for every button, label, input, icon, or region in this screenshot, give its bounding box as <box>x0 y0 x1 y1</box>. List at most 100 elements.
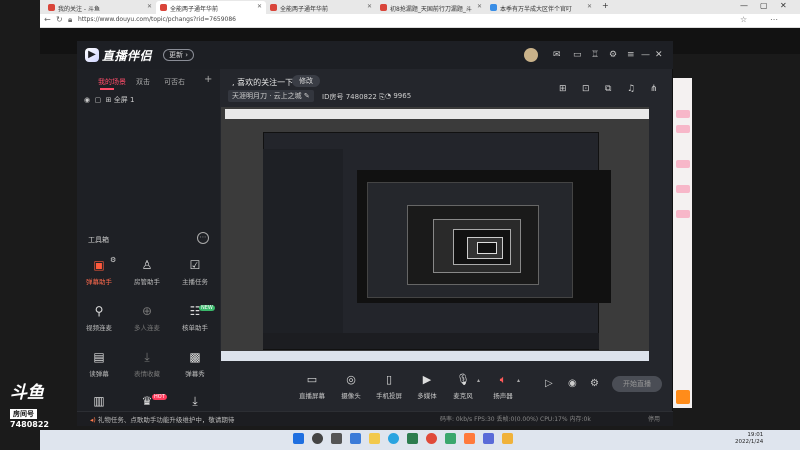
tool-extra[interactable]: ⤓ <box>173 394 217 408</box>
tool-room-admin[interactable]: ♙ 房管助手 <box>125 258 169 286</box>
widgets-icon[interactable] <box>350 433 361 444</box>
settings-icon[interactable]: ⚙ <box>609 50 617 60</box>
mic-dropdown-icon[interactable]: ▴ <box>477 377 480 384</box>
app-icon[interactable] <box>445 433 456 444</box>
clock-time: 19:01 <box>747 432 764 438</box>
minimize-icon[interactable]: — <box>641 50 650 60</box>
tool-streamer-task[interactable]: ☑ 主播任务 <box>173 258 217 286</box>
pause-button[interactable]: 停用 <box>648 414 660 423</box>
avatar[interactable] <box>524 48 538 62</box>
tool-label: 读弹幕 <box>89 370 109 378</box>
person-icon: ♙ <box>141 258 153 272</box>
control-label: 扬声器 <box>493 392 513 400</box>
monitor-icon[interactable]: ▭ <box>573 50 582 60</box>
lock-icon[interactable]: ⊡ <box>582 84 590 94</box>
browser-tab[interactable]: 本季有万半成大区伴个官叮 ✕ <box>486 1 596 14</box>
bell-icon[interactable]: ♫ <box>627 84 635 94</box>
douyu-app-icon[interactable] <box>502 433 513 444</box>
logo-text: 直播伴侣 <box>102 48 153 63</box>
version-button[interactable]: 更新 › <box>163 49 195 61</box>
taskview-icon[interactable] <box>331 433 342 444</box>
close-icon[interactable]: ✕ <box>147 3 152 10</box>
refresh-icon[interactable]: ↻ <box>56 15 63 24</box>
tab-my-scenes[interactable]: 我的场景 <box>98 77 126 87</box>
close-icon[interactable]: ✕ <box>587 3 592 10</box>
tab-double[interactable]: 双击 <box>136 77 150 87</box>
close-icon[interactable]: ✕ <box>655 50 663 60</box>
settings-icon[interactable]: ⚙ <box>108 256 118 264</box>
back-icon[interactable]: ← <box>44 15 51 24</box>
menu-icon[interactable]: ⋯ <box>770 15 778 24</box>
media-icon: ▶ <box>422 373 432 386</box>
edge-icon[interactable] <box>388 433 399 444</box>
book-icon: ▥ <box>93 394 105 408</box>
browser-tab[interactable]: 初8抢漏题_天国前行刀漏题_斗 ✕ <box>376 1 486 14</box>
copy-icon[interactable]: ⧉ <box>605 84 611 94</box>
douyu-watermark: 斗鱼 房间号 7480822 <box>10 385 62 435</box>
tool-multi-link[interactable]: ⊕ 多人连麦 <box>125 304 169 332</box>
store-icon[interactable] <box>407 433 418 444</box>
scene-label: 全屏 1 <box>113 96 135 104</box>
more-icon[interactable]: ⋯ <box>197 232 209 244</box>
stream-preview[interactable] <box>221 107 649 361</box>
start-live-button[interactable]: 开始直播 <box>612 376 662 392</box>
close-window-icon[interactable]: ✕ <box>780 1 787 10</box>
web-tag <box>676 185 690 193</box>
tab-other[interactable]: 可否右 <box>164 77 185 87</box>
web-tag <box>676 390 690 404</box>
shirt-icon[interactable]: ♖ <box>591 50 599 60</box>
menu-icon[interactable]: ≡ <box>627 50 635 60</box>
settings-icon[interactable]: ⚙ <box>590 378 599 389</box>
app-icon[interactable] <box>464 433 475 444</box>
tool-barrage-show[interactable]: ▩ 弹幕秀 <box>173 350 217 378</box>
phone-cast-button[interactable]: ▯ 手机投屏 <box>369 373 409 400</box>
chrome-icon[interactable] <box>426 433 437 444</box>
screen-capture-button[interactable]: ▭ 直播屏幕 <box>292 373 332 400</box>
camera-button[interactable]: ◎ 摄像头 <box>331 373 371 400</box>
close-icon[interactable]: ✕ <box>257 3 262 10</box>
status-tip: ◂) 礼物任务、点歌助手功能升级维护中，敬请期待 <box>90 414 234 424</box>
media-button[interactable]: ▶ 多媒体 <box>407 373 447 400</box>
close-icon[interactable]: ✕ <box>477 3 482 10</box>
new-tab-icon[interactable]: + <box>602 1 609 10</box>
tool-extra[interactable]: ▥ <box>77 394 121 408</box>
category-box[interactable]: 天涯明月刀 · 云上之城 ✎ <box>228 90 314 102</box>
explorer-icon[interactable] <box>369 433 380 444</box>
tool-video-link[interactable]: ⚲ 视频连麦 <box>77 304 121 332</box>
close-icon[interactable]: ✕ <box>367 3 372 10</box>
tab-favicon-icon <box>490 4 497 11</box>
preview-taskbar <box>221 351 649 361</box>
speaker-dropdown-icon[interactable]: ▴ <box>517 377 520 384</box>
browser-tab[interactable]: 我的关注 - 斗鱼 ✕ <box>44 1 156 14</box>
hot-badge: HOT <box>152 394 167 400</box>
scene-item[interactable]: ◉ ▢ ⊞ 全屏 1 <box>84 95 216 107</box>
search-icon[interactable] <box>312 433 323 444</box>
share-icon[interactable]: ⋔ <box>650 84 658 94</box>
browser-tab[interactable]: 全能两子通年华前 ✕ <box>266 1 376 14</box>
copy-icon[interactable]: ⎘ <box>379 93 385 101</box>
browser-tab[interactable]: 全能两子通年华前 ✕ <box>156 1 266 14</box>
record-icon[interactable]: ▷ <box>545 378 553 389</box>
favorite-icon[interactable]: ☆ <box>740 15 747 24</box>
add-scene-icon[interactable]: + <box>204 74 212 85</box>
start-icon[interactable] <box>293 433 304 444</box>
web-tag <box>676 210 690 218</box>
eye-icon[interactable]: ◉ <box>84 96 90 104</box>
lock-icon[interactable]: ▢ <box>95 96 102 104</box>
tool-label: 多人连麦 <box>134 324 160 332</box>
system-clock[interactable]: 19:01 2022/1/24 <box>735 432 763 446</box>
tool-label: 核单助手 <box>182 324 208 332</box>
layout-icon[interactable]: ⊞ <box>559 84 567 94</box>
preview-left-panel <box>263 149 343 349</box>
message-icon[interactable]: ✉ <box>553 50 561 60</box>
app-icon[interactable] <box>483 433 494 444</box>
tool-label: 表情收藏 <box>134 370 160 378</box>
url-text[interactable]: https://www.douyu.com/topic/pchangs?rid=… <box>78 16 236 23</box>
watermark-room: 7480822 <box>10 420 49 429</box>
edit-title-button[interactable]: 修改 <box>292 75 320 87</box>
minimize-icon[interactable]: — <box>740 1 748 10</box>
tool-read-barrage[interactable]: ▤ 读弹幕 <box>77 350 121 378</box>
eye-icon[interactable]: ◉ <box>568 378 577 389</box>
maximize-icon[interactable]: ▢ <box>760 1 768 10</box>
tool-emote-collect[interactable]: ⤓ 表情收藏 <box>125 350 169 378</box>
